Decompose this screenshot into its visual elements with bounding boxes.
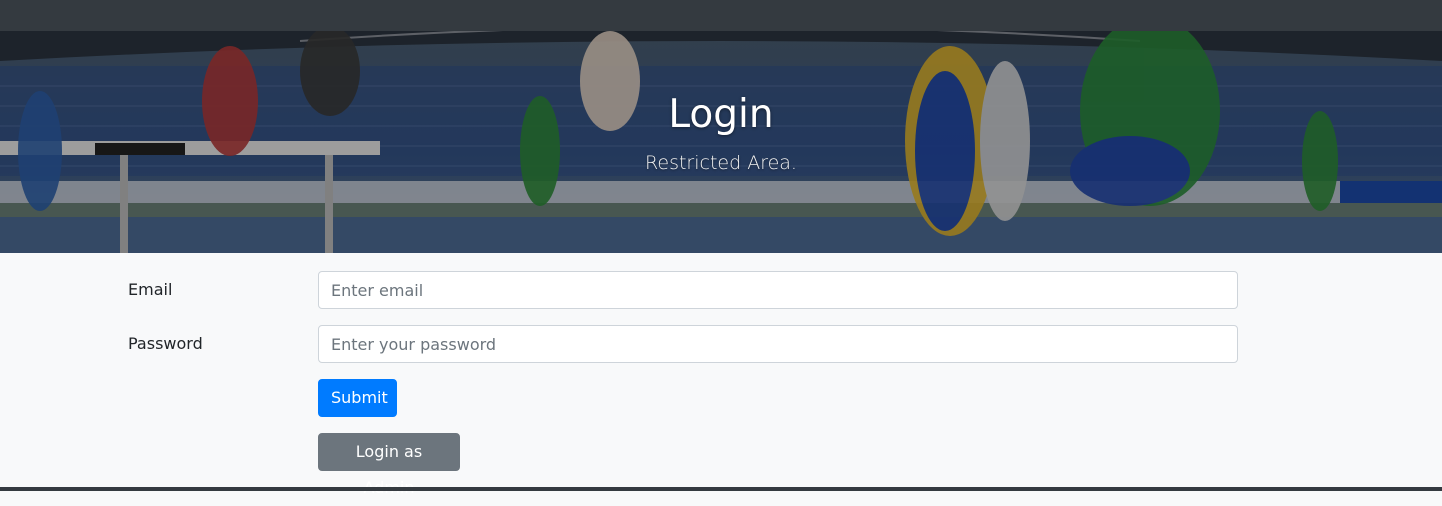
- password-field[interactable]: [318, 325, 1238, 363]
- page-title: Login: [668, 92, 774, 137]
- submit-button[interactable]: Submit: [318, 379, 397, 417]
- email-field[interactable]: [318, 271, 1238, 309]
- email-label: Email: [128, 280, 173, 299]
- hero-background-image: [0, 31, 1442, 253]
- top-navbar: [0, 0, 1442, 31]
- login-as-admin-button[interactable]: Login as Admin: [318, 433, 460, 497]
- bottom-footer-bar: [0, 487, 1442, 491]
- hero-banner: Login Restricted Area.: [0, 31, 1442, 253]
- page-subtitle: Restricted Area.: [645, 152, 797, 174]
- password-label: Password: [128, 334, 203, 353]
